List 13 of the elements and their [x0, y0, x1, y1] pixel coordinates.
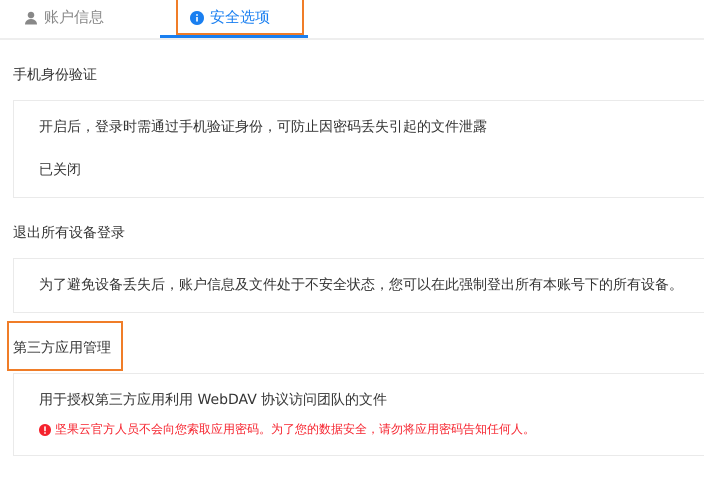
warning-text: 坚果云官方人员不会向您索取应用密码。为了您的数据安全，请勿将应用密码告知任何人。 [55, 421, 535, 438]
description-text: 已关闭 [39, 161, 82, 180]
warning-icon [39, 424, 51, 436]
tab[interactable]: 账户信息 [20, 0, 124, 38]
description-text: 开启后，登录时需通过手机验证身份，可防止因密码丢失引起的文件泄露 [39, 118, 488, 137]
section-title: 手机身份验证 [13, 67, 97, 83]
section-title: 第三方应用管理 [13, 340, 111, 356]
user-icon [24, 10, 38, 24]
section-title: 退出所有设备登录 [13, 225, 125, 241]
tab[interactable]: 安全选项 [160, 0, 308, 38]
description-text: 为了避免设备丢失后，账户信息及文件处于不安全状态，您可以在此强制登出所有本账号下的所有设备。 [39, 276, 684, 295]
info-icon [190, 10, 204, 24]
description-text: 用于授权第三方应用利用 WebDAV 协议访问团队的文件 [39, 391, 388, 410]
